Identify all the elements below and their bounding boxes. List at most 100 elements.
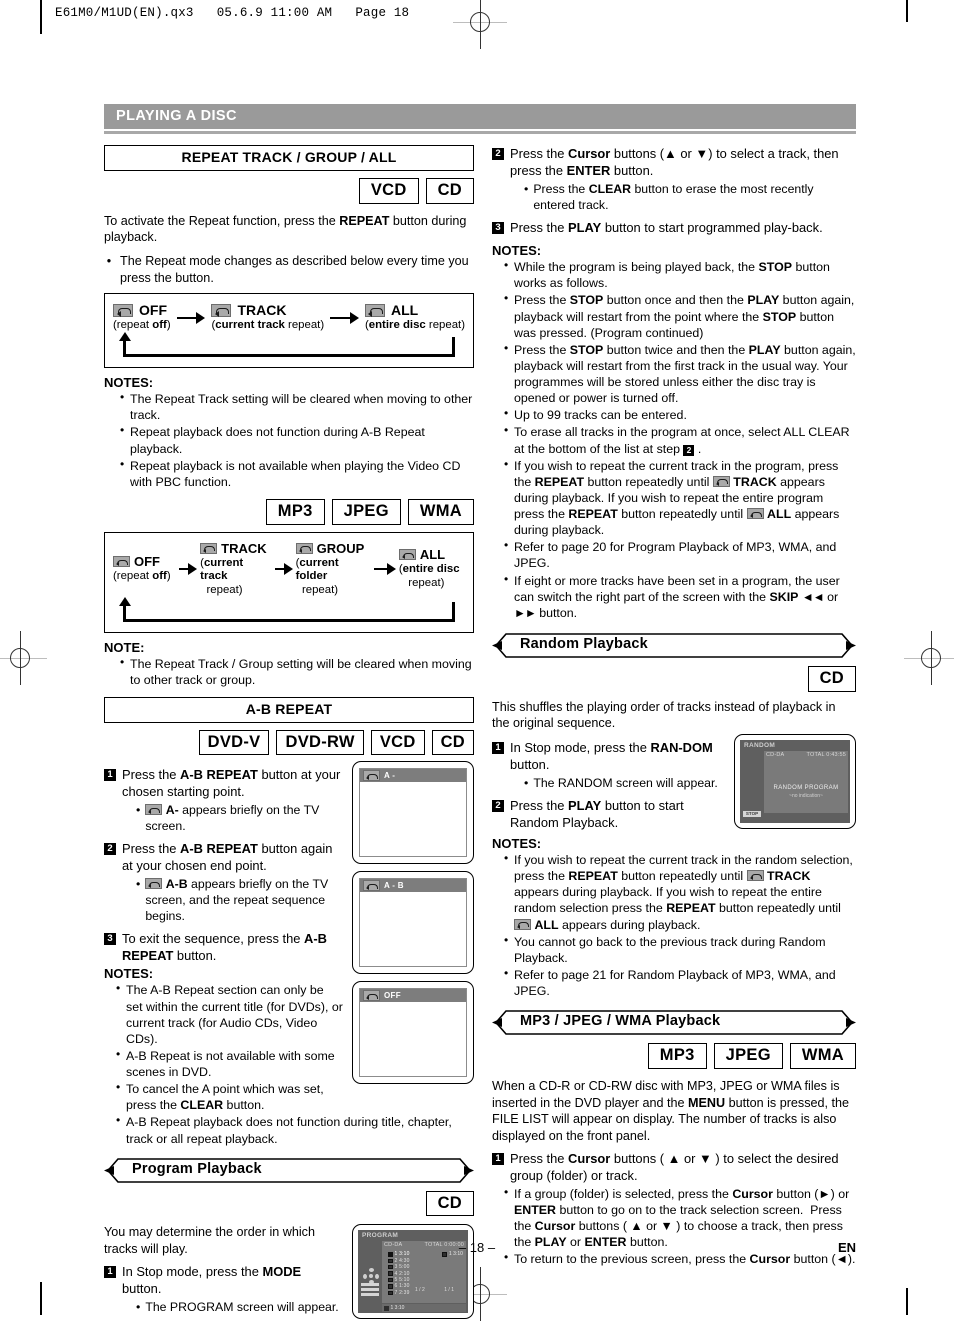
program-notes-list: While the program is being played back, … — [492, 258, 856, 622]
ab-repeat-tv-screens: A - A - B OFF — [352, 761, 474, 1113]
repeat-file-note-label: NOTE: — [104, 639, 145, 655]
random-playback-steps: 1 In Stop mode, press the RAN-DOM button… — [492, 734, 725, 831]
step-text: Press the PLAY button to start programme… — [510, 220, 823, 236]
section-header-underline — [104, 131, 856, 135]
osd-footer-entry: 1 3:10 — [382, 1304, 466, 1313]
repeat-file-flow-item-off: OFF (repeat off) — [113, 554, 176, 584]
note-item: If you wish to repeat the current track … — [504, 457, 856, 539]
note-item: The A-B Repeat section can only be set w… — [116, 981, 343, 1047]
track-marker-icon — [388, 1264, 393, 1270]
step-text: To exit the sequence, press the A-B REPE… — [122, 931, 327, 964]
page-number: – 18 – — [458, 1240, 496, 1255]
disc-chip-cd: CD — [431, 729, 474, 756]
note-item: Press the STOP button once and then the … — [504, 291, 856, 340]
program-playback-text: You may determine the order in which tra… — [104, 1224, 343, 1319]
note-item: Press the STOP button twice and then the… — [504, 341, 856, 407]
ab-repeat-step-2: 2 Press the A-B REPEAT button again at y… — [104, 840, 343, 925]
repeat-icon — [113, 556, 130, 568]
disc-chip-dvd-v: DVD-V — [198, 729, 270, 756]
crop-mark-top-left-horizontal — [40, 0, 42, 34]
repeat-file-notes-list: The Repeat Track / Group setting will be… — [104, 655, 474, 688]
language-code: EN — [837, 1240, 856, 1255]
repeat-file-label-all: ALL — [419, 547, 446, 563]
repeat-intro-bold: REPEAT — [339, 213, 390, 228]
repeat-icon — [746, 870, 764, 882]
bullet-dot-icon: • — [136, 1299, 141, 1314]
repeat-flow-sub-off: (repeat off) — [113, 319, 171, 332]
ab-repeat-disc-chips: DVD-V DVD-RW VCD CD — [104, 729, 474, 756]
repeat-flow-item-all: ALL (entire disc repeat) — [364, 302, 465, 333]
file-chip-jpeg: JPEG — [713, 1043, 783, 1069]
mp3-playback-step-1: 1 Press the Cursor buttons ( ▲ or ▼ ) to… — [492, 1150, 856, 1184]
repeat-file-flow-item-group: GROUP (current folder repeat) — [295, 541, 371, 598]
program-playback-heading-label: Program Playback — [132, 1160, 262, 1177]
tv-screen-off: OFF — [352, 981, 474, 1085]
osd-center-line-2: ~no indication~ — [789, 792, 823, 799]
repeat-file-flow-item-all: ALL (entire disc repeat) — [398, 547, 465, 590]
disc-chip-vcd: VCD — [370, 729, 425, 756]
repeat-mode-bullet: • The Repeat mode changes as described b… — [104, 253, 474, 286]
bullet-dot-icon: • — [524, 182, 529, 197]
note-item: Refer to page 20 for Program Playback of… — [504, 538, 856, 571]
crop-mark-bottom-right-vertical — [906, 1288, 908, 1315]
disc-chip-dvd-rw: DVD-RW — [276, 729, 364, 756]
random-step-1-sub: • The RANDOM screen will appear. — [510, 776, 725, 792]
osd-keys-icon — [361, 1283, 379, 1297]
note-item: The Repeat Track / Group setting will be… — [120, 655, 474, 688]
random-playback-intro: This shuffles the playing order of track… — [492, 699, 836, 731]
file-chip-jpeg: JPEG — [331, 498, 401, 525]
osd-disc-type: CD-DA — [766, 751, 785, 758]
osd-title: PROGRAM — [362, 1232, 399, 1240]
repeat-icon — [145, 878, 163, 890]
file-chip-mp3: MP3 — [647, 1043, 707, 1069]
osd-page-indicator-right: 1 / 1 — [444, 1287, 454, 1294]
section-header-bar: PLAYING A DISC — [104, 104, 856, 130]
repeat-flow-label-off: OFF — [139, 302, 167, 319]
note-item: If you wish to repeat the current track … — [504, 851, 856, 933]
step-text: Press the Cursor buttons (▲ or ▼) to sel… — [510, 145, 856, 214]
ab-repeat-notes-list: The A-B Repeat section can only be set w… — [104, 981, 343, 1113]
step-number-badge: 3 — [492, 222, 504, 235]
step-number-badge: 2 — [492, 800, 504, 813]
file-chip-mp3: MP3 — [265, 498, 325, 525]
mp3-playback-heading: MP3 / JPEG / WMA Playback — [492, 1009, 856, 1036]
repeat-icon — [746, 508, 764, 520]
osd-page-indicator-left: 1 / 2 — [415, 1287, 425, 1294]
repeat-flow-label-track: TRACK — [237, 302, 287, 319]
track-marker-icon — [388, 1277, 393, 1283]
random-notes-list: If you wish to repeat the current track … — [492, 851, 856, 999]
repeat-icon — [364, 303, 385, 318]
repeat-flow-label-all: ALL — [390, 302, 419, 319]
mp3-playback-chips: MP3 JPEG WMA — [492, 1043, 856, 1069]
osd-dpad-icon — [363, 1268, 379, 1285]
note-item: While the program is being played back, … — [504, 258, 856, 291]
sub-bullet-text: The PROGRAM screen will appear. — [145, 1299, 339, 1314]
program-notes-label: NOTES: — [492, 243, 542, 259]
track-marker-icon — [388, 1271, 393, 1276]
repeat-notes-list: The Repeat Track setting will be cleared… — [104, 390, 474, 490]
program-osd-screenshot-wrap: PROGRAM CD-DA TOTAL 0:00:00 1 3:10 2 4:3… — [352, 1224, 474, 1320]
file-chip-wma: WMA — [789, 1043, 856, 1069]
flow-arrow-icon-1 — [176, 311, 206, 324]
note-item: Up to 99 tracks can be entered. — [504, 406, 856, 423]
repeat-flow-diagram-disc: OFF (repeat off) TRACK (current track re… — [104, 293, 474, 369]
repeat-flow-sub-track: (current track repeat) — [211, 319, 325, 332]
track-marker-icon — [388, 1284, 393, 1289]
program-playback-step-1-sub: • The PROGRAM screen will appear. — [122, 1300, 343, 1316]
random-osd-screenshot: RANDOM CD-DA TOTAL 0:43:55 RANDOM PROGRA… — [734, 733, 856, 829]
tv-osd-label: A - B — [384, 881, 404, 891]
note-item: Repeat playback is not available when pl… — [120, 457, 474, 490]
repeat-file-sub-all: (entire disc repeat) — [398, 563, 460, 590]
random-playback-heading: Random Playback — [492, 632, 856, 659]
repeat-flow-item-off: OFF (repeat off) — [113, 302, 171, 333]
osd-track-list: 1 3:10 2 4:30 3 5:00 4 2:10 5 5:10 6 1:3… — [388, 1251, 436, 1296]
step-text: Press the A-B REPEAT button at your chos… — [122, 766, 343, 835]
repeat-mode-bullet-text: The Repeat mode changes as described bel… — [120, 254, 469, 285]
mp3-playback-sub-notes: If a group (folder) is selected, press t… — [492, 1185, 856, 1268]
repeat-intro-before: To activate the Repeat function, press t… — [104, 213, 340, 228]
tv-osd-label: OFF — [384, 991, 401, 1001]
repeat-icon — [211, 303, 232, 318]
step-number-badge: 1 — [492, 1152, 504, 1165]
note-item: A-B Repeat playback does not function du… — [116, 1113, 474, 1146]
manual-page: PLAYING A DISC REPEAT TRACK / GROUP / AL… — [104, 104, 856, 1320]
